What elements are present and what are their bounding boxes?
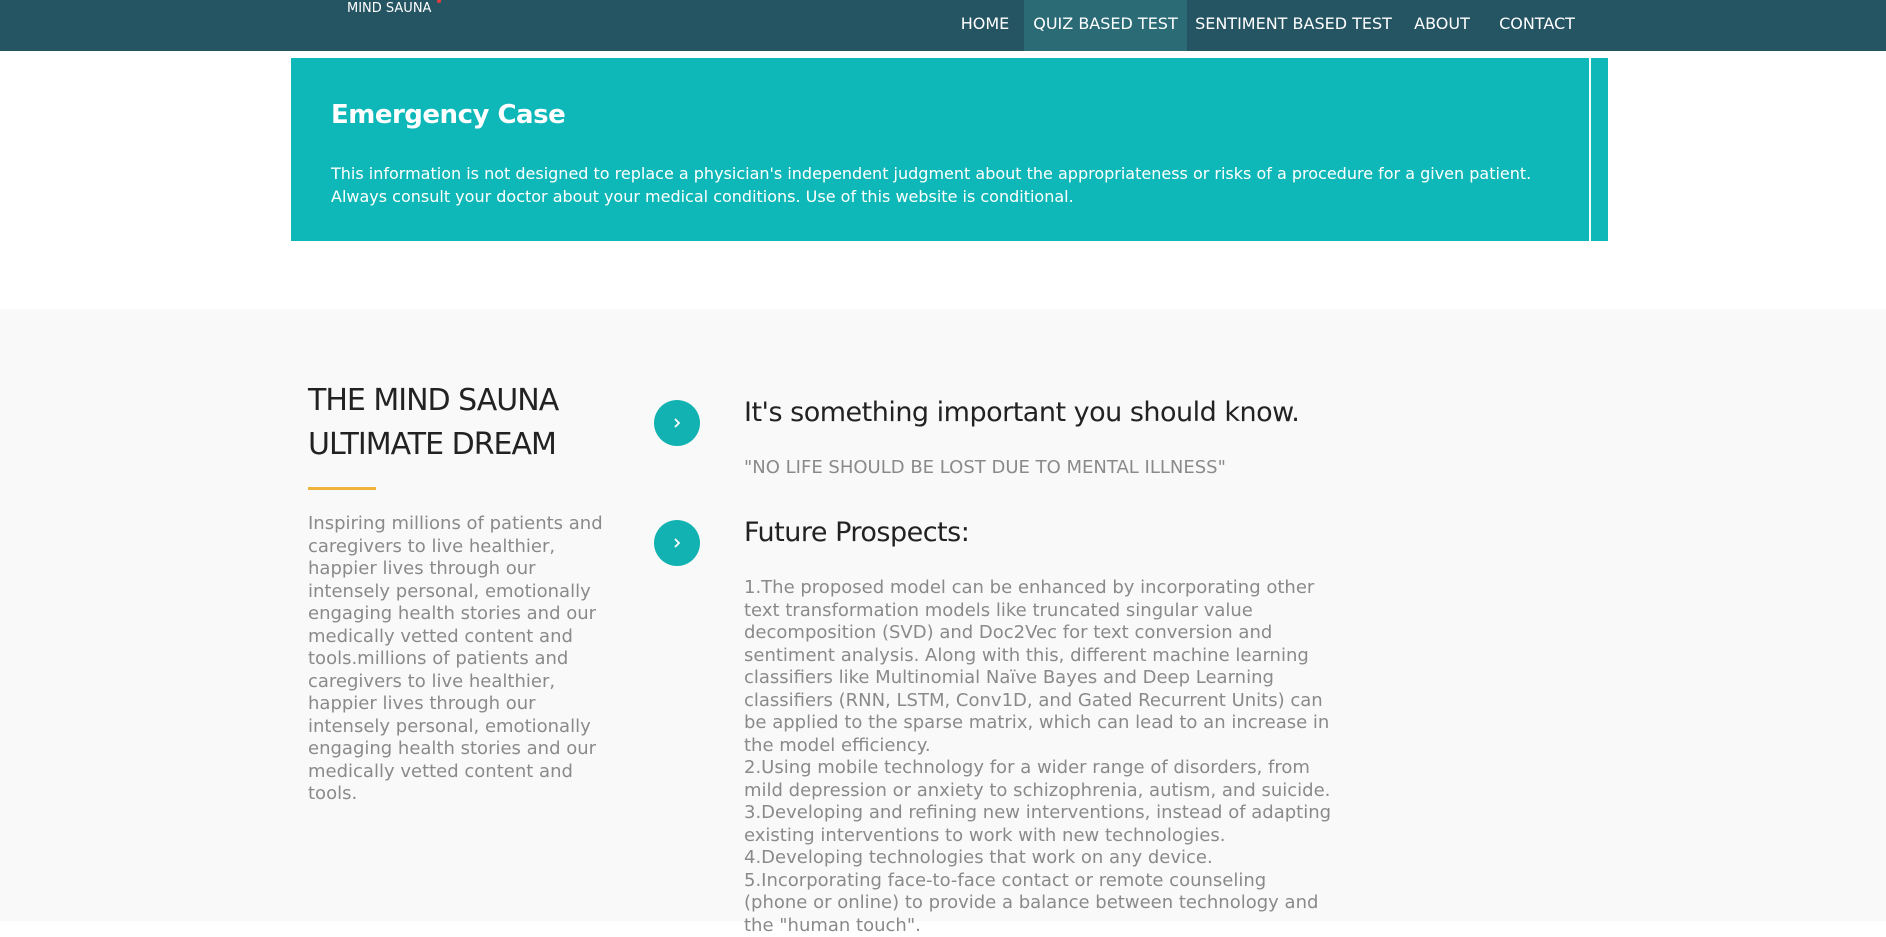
prospect-item: 1.The proposed model can be enhanced by … — [744, 577, 1334, 757]
chevron-right-icon[interactable] — [654, 520, 700, 566]
banner-divider — [1589, 58, 1591, 241]
future-prospects-heading: Future Prospects: — [744, 517, 969, 548]
emergency-banner: Emergency Case This information is not d… — [291, 58, 1608, 241]
mission-quote: "NO LIFE SHOULD BE LOST DUE TO MENTAL IL… — [744, 457, 1226, 478]
dream-description: Inspiring millions of patients and careg… — [308, 513, 618, 806]
prospect-item: 2.Using mobile technology for a wider ra… — [744, 757, 1334, 802]
nav-home[interactable]: HOME — [946, 0, 1024, 51]
prospect-item: 3.Developing and refining new interventi… — [744, 802, 1334, 847]
important-heading: It's something important you should know… — [744, 397, 1299, 428]
chevron-right-icon[interactable] — [654, 400, 700, 446]
emergency-disclaimer-text: This information is not designed to repl… — [331, 162, 1551, 208]
nav-about[interactable]: ABOUT — [1400, 0, 1484, 51]
top-navbar: MIND SAUNA HOME QUIZ BASED TEST SENTIMEN… — [0, 0, 1886, 51]
site-logo-text[interactable]: MIND SAUNA — [347, 0, 431, 20]
nav-quiz-based-test[interactable]: QUIZ BASED TEST — [1024, 0, 1187, 51]
emergency-title: Emergency Case — [331, 100, 565, 130]
future-prospects-list: 1.The proposed model can be enhanced by … — [744, 577, 1334, 937]
prospect-item: 4.Developing technologies that work on a… — [744, 847, 1334, 870]
dream-heading: THE MIND SAUNA ULTIMATE DREAM — [308, 379, 608, 467]
heading-underline — [308, 487, 376, 490]
prospect-item: 5.Incorporating face-to-face contact or … — [744, 870, 1334, 937]
dream-section: THE MIND SAUNA ULTIMATE DREAM Inspiring … — [0, 309, 1886, 921]
logo-accent-mark — [437, 0, 441, 3]
nav-sentiment-based-test[interactable]: SENTIMENT BASED TEST — [1187, 0, 1400, 51]
nav-contact[interactable]: CONTACT — [1484, 0, 1590, 51]
